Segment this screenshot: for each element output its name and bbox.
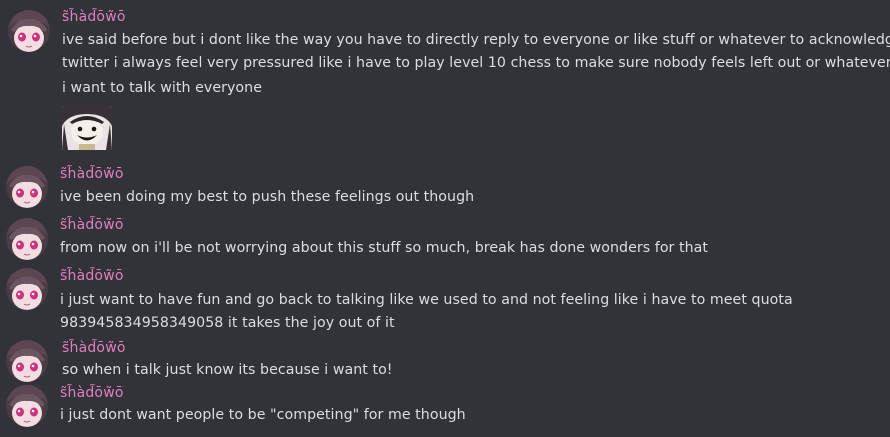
avatar[interactable] — [6, 218, 48, 260]
message-text: i just dont want people to be "competing… — [60, 407, 466, 423]
avatar-icon — [6, 268, 48, 310]
username[interactable]: s̃h̃àd̃ōw̃ō — [62, 340, 126, 356]
message-text: from now on i'll be not worrying about t… — [60, 240, 709, 256]
message-text: i just want to have fun and go back to t… — [60, 292, 793, 308]
avatar-icon — [6, 166, 48, 208]
avatar-icon — [8, 10, 50, 52]
username[interactable]: s̃h̃àd̃ōw̃ō — [60, 385, 124, 401]
username[interactable]: s̃h̃àd̃ōw̃ō — [62, 9, 126, 25]
username[interactable]: s̃h̃àd̃ōw̃ō — [60, 217, 124, 233]
message-text: ive said before but i dont like the way … — [62, 32, 890, 48]
avatar-icon — [6, 340, 48, 382]
message-text: 983945834958349058 it takes the joy out … — [60, 315, 395, 331]
message-text: i want to talk with everyone — [62, 80, 262, 96]
message-text: so when i talk just know its because i w… — [62, 362, 393, 378]
avatar-icon — [6, 218, 48, 260]
smiling-face-sticker-icon — [62, 106, 112, 150]
message-text: ive been doing my best to push these fee… — [60, 189, 475, 205]
avatar[interactable] — [8, 10, 50, 52]
avatar[interactable] — [6, 340, 48, 382]
avatar[interactable] — [6, 166, 48, 208]
sticker[interactable] — [62, 106, 112, 150]
username[interactable]: s̃h̃àd̃ōw̃ō — [60, 166, 124, 182]
avatar[interactable] — [6, 385, 48, 427]
avatar[interactable] — [6, 268, 48, 310]
username[interactable]: s̃h̃àd̃ōw̃ō — [60, 268, 124, 284]
message-text: twitter i always feel very pressured lik… — [62, 55, 890, 71]
avatar-icon — [6, 385, 48, 427]
